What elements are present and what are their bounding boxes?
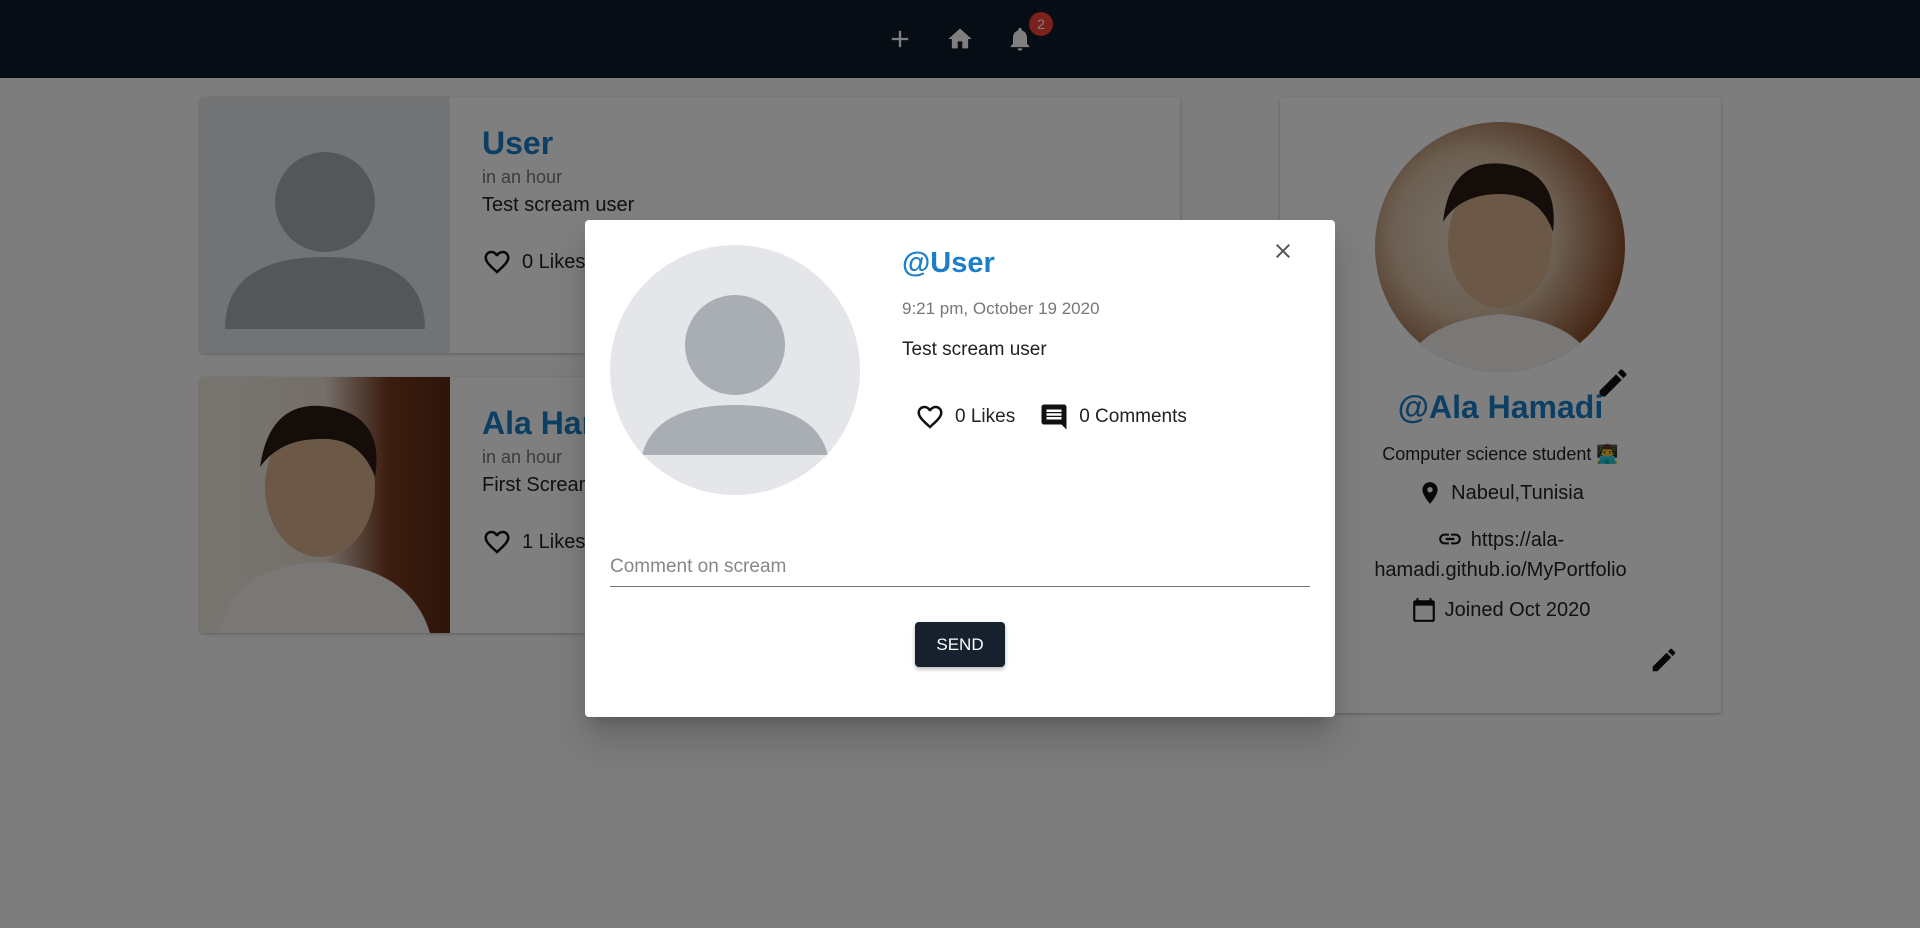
scream-dialog: @User 9:21 pm, October 19 2020 Test scre…	[585, 220, 1335, 717]
dialog-timestamp: 9:21 pm, October 19 2020	[902, 299, 1100, 318]
dialog-comment-count: 0 Comments	[1079, 406, 1187, 427]
user-placeholder-icon	[642, 295, 828, 455]
close-icon	[1276, 244, 1290, 258]
dialog-username[interactable]: @User	[902, 247, 995, 280]
dialog-scream-body: Test scream user	[902, 339, 1047, 360]
send-comment-button[interactable]: SEND	[915, 622, 1005, 667]
heart-outline-icon[interactable]	[915, 402, 945, 432]
dialog-like-count: 0 Likes	[955, 406, 1016, 427]
dialog-actions: 0 Likes 0 Comments	[915, 402, 1187, 432]
close-dialog-button[interactable]	[1267, 235, 1299, 267]
comment-input[interactable]	[610, 547, 1310, 587]
dialog-user-avatar	[610, 245, 860, 495]
comment-icon[interactable]	[1039, 402, 1069, 432]
